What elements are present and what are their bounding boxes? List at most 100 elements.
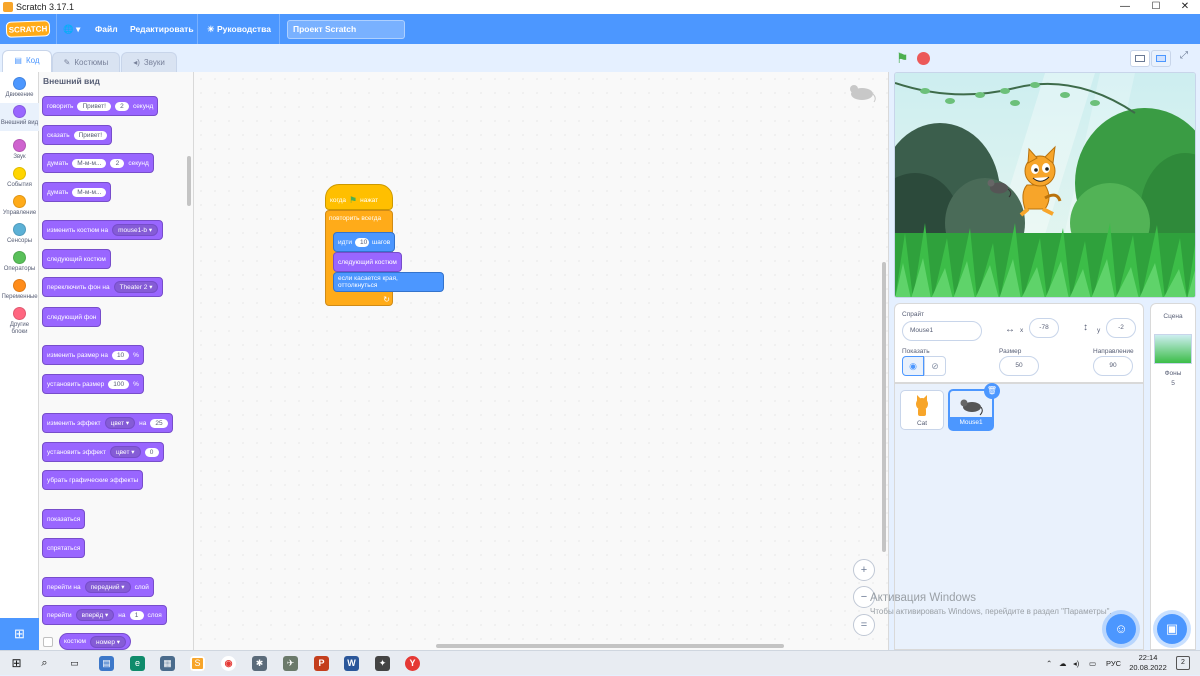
block-change-size[interactable]: изменить размер на 10 % bbox=[42, 345, 144, 365]
notification-center-button[interactable]: 2 bbox=[1176, 656, 1190, 670]
workspace-scrollbar-horizontal[interactable] bbox=[436, 644, 784, 648]
block-dropdown[interactable]: передний ▾ bbox=[84, 581, 131, 593]
block-clear-effects[interactable]: убрать графические эффекты bbox=[42, 470, 144, 490]
workspace-scrollbar-vertical[interactable] bbox=[882, 262, 886, 552]
tray-network-icon[interactable]: ☁ bbox=[1059, 651, 1067, 676]
block-input[interactable]: М-м-м... bbox=[72, 187, 107, 197]
stop-button[interactable] bbox=[917, 52, 930, 65]
block-input[interactable]: 10 bbox=[355, 237, 370, 247]
category-events[interactable]: События bbox=[0, 167, 39, 189]
when-flag-clicked-block[interactable]: когда ⚑ нажат bbox=[325, 184, 393, 210]
block-dropdown[interactable]: цвет ▾ bbox=[109, 446, 141, 458]
block-input[interactable]: 1 bbox=[129, 610, 144, 620]
block-input[interactable]: 25 bbox=[150, 418, 168, 428]
block-think[interactable]: думать М-м-м... bbox=[42, 182, 112, 202]
taskbar-app-powerpoint[interactable]: P bbox=[314, 656, 329, 671]
tab-costumes[interactable]: ✎ Костюмы bbox=[52, 52, 120, 74]
category-control[interactable]: Управление bbox=[0, 195, 39, 217]
category-motion[interactable]: Движение bbox=[0, 77, 39, 99]
input-language-indicator[interactable]: РУС bbox=[1106, 651, 1121, 676]
category-sound[interactable]: Звук bbox=[0, 139, 39, 161]
taskbar-app-game[interactable]: ✈ bbox=[283, 656, 298, 671]
taskbar-app-calculator[interactable]: ▦ bbox=[160, 656, 175, 671]
tutorials-menu[interactable]: ☀ Руководства bbox=[207, 14, 271, 44]
sprite-thumb-mouse1[interactable]: Mouse1 🗑 bbox=[948, 383, 1000, 431]
language-menu[interactable]: 🌐 ▾ bbox=[63, 14, 80, 44]
direction-input[interactable]: 90 bbox=[1093, 356, 1133, 376]
category-looks[interactable]: Внешний вид bbox=[0, 103, 39, 131]
block-costume-reporter[interactable]: костюм номер ▾ bbox=[59, 633, 132, 650]
taskbar-app-other[interactable]: ✦ bbox=[375, 656, 390, 671]
block-dropdown[interactable]: номер ▾ bbox=[90, 635, 127, 648]
block-goto-layer[interactable]: перейти на передний ▾ слой bbox=[42, 577, 154, 597]
delete-sprite-button[interactable]: 🗑 bbox=[984, 383, 1000, 399]
project-title-input[interactable]: Проект Scratch bbox=[287, 20, 405, 39]
zoom-in-button[interactable]: + bbox=[853, 559, 875, 581]
scratch-logo[interactable]: SCRATCH bbox=[5, 20, 51, 38]
block-show[interactable]: показаться bbox=[42, 509, 86, 529]
close-button[interactable]: ✕ bbox=[1165, 0, 1200, 14]
block-switch-backdrop[interactable]: переключить фон на Theater 2 ▾ bbox=[42, 277, 164, 297]
block-think-for-secs[interactable]: думать М-м-м... 2 секунд bbox=[42, 153, 154, 173]
fullscreen-button[interactable]: ⤢ bbox=[1174, 50, 1194, 67]
stage-canvas[interactable] bbox=[894, 72, 1196, 298]
small-stage-button[interactable] bbox=[1130, 50, 1150, 67]
bounce-on-edge-block[interactable]: если касается края, оттолкнуться bbox=[333, 272, 444, 292]
category-variables[interactable]: Переменные bbox=[0, 279, 39, 301]
size-input[interactable]: 50 bbox=[999, 356, 1039, 376]
file-menu[interactable]: Файл bbox=[95, 14, 118, 44]
search-button[interactable]: ⌕ bbox=[37, 656, 52, 671]
block-input[interactable]: Привет! bbox=[77, 101, 111, 111]
script-workspace[interactable]: когда ⚑ нажат повторить всегда ↻ идти 10… bbox=[194, 72, 889, 650]
block-go-layers[interactable]: перейти вперёд ▾ на 1 слоя bbox=[42, 605, 167, 625]
block-dropdown[interactable]: mouse1-b ▾ bbox=[112, 224, 159, 236]
block-input[interactable]: 0 bbox=[144, 447, 159, 457]
edit-menu[interactable]: Редактировать bbox=[130, 14, 194, 44]
taskbar-app-chrome[interactable]: ◉ bbox=[221, 656, 236, 671]
category-operators[interactable]: Операторы bbox=[0, 251, 39, 273]
block-input[interactable]: 10 bbox=[111, 350, 130, 360]
reporter-checkbox[interactable] bbox=[43, 637, 53, 647]
block-hide[interactable]: спрятаться bbox=[42, 538, 86, 558]
show-sprite-button[interactable]: ◉ bbox=[902, 356, 924, 376]
taskbar-app-word[interactable]: W bbox=[344, 656, 359, 671]
block-input[interactable]: 2 bbox=[114, 101, 129, 111]
hide-sprite-button[interactable]: ⊘ bbox=[924, 356, 946, 376]
sprite-name-input[interactable]: Mouse1 bbox=[902, 321, 982, 341]
block-set-effect[interactable]: установить эффект цвет ▾ 0 bbox=[42, 442, 164, 462]
block-input[interactable]: М-м-м... bbox=[72, 158, 107, 168]
next-costume-block[interactable]: следующий костюм bbox=[333, 252, 402, 272]
palette-scrollbar[interactable] bbox=[187, 156, 191, 206]
tab-code[interactable]: ▤ Код bbox=[2, 50, 52, 74]
block-dropdown[interactable]: Theater 2 ▾ bbox=[113, 281, 159, 293]
block-input[interactable]: 2 bbox=[110, 158, 125, 168]
block-say-for-secs[interactable]: говорить Привет! 2 секунд bbox=[42, 96, 159, 116]
green-flag-button[interactable]: ⚑ bbox=[896, 50, 909, 67]
taskbar-app-edge[interactable]: e bbox=[130, 656, 145, 671]
start-button[interactable]: ⊞ bbox=[9, 656, 24, 671]
category-my-blocks[interactable]: Другие блоки bbox=[0, 307, 39, 336]
taskbar-app-yandex[interactable]: Y bbox=[405, 656, 420, 671]
tray-volume-icon[interactable]: ◂) bbox=[1073, 651, 1079, 676]
taskbar-app-settings[interactable]: ✱ bbox=[252, 656, 267, 671]
category-sensing[interactable]: Сенсоры bbox=[0, 223, 39, 245]
stage-selector-panel[interactable]: Сцена Фоны 5 bbox=[1150, 303, 1196, 650]
normal-stage-button[interactable] bbox=[1151, 50, 1171, 67]
block-dropdown[interactable]: цвет ▾ bbox=[104, 417, 136, 429]
block-input[interactable]: 100 bbox=[108, 379, 130, 389]
block-say[interactable]: сказать Привет! bbox=[42, 125, 113, 145]
block-dropdown[interactable]: вперёд ▾ bbox=[75, 609, 115, 621]
taskbar-app-explorer[interactable]: ▤ bbox=[99, 656, 114, 671]
block-next-costume[interactable]: следующий костюм bbox=[42, 249, 111, 269]
tray-clock[interactable]: 22:14 20.08.2022 bbox=[1128, 653, 1168, 673]
block-input[interactable]: Привет! bbox=[73, 130, 108, 140]
add-extension-button[interactable]: ⊞ bbox=[0, 618, 39, 650]
tray-battery-icon[interactable]: ▭ bbox=[1089, 651, 1096, 676]
x-position-input[interactable]: -78 bbox=[1029, 318, 1059, 338]
block-set-size[interactable]: установить размер 100 % bbox=[42, 374, 144, 394]
add-backdrop-button[interactable]: ▣ bbox=[1157, 614, 1187, 644]
block-change-effect[interactable]: изменить эффект цвет ▾ на 25 bbox=[42, 413, 173, 433]
add-sprite-button[interactable]: ☺ bbox=[1106, 614, 1136, 644]
task-view-button[interactable]: ▭ bbox=[67, 656, 82, 671]
block-next-backdrop[interactable]: следующий фон bbox=[42, 307, 102, 327]
